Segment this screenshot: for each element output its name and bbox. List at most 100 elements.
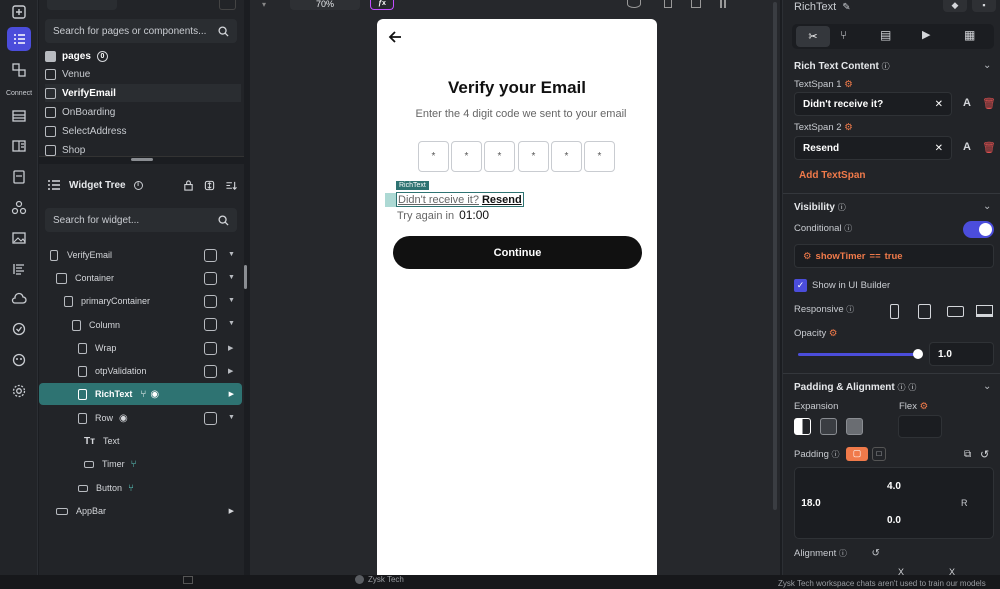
connect-icon[interactable]	[7, 58, 31, 82]
left-panel-resize-handle[interactable]	[244, 265, 247, 289]
reset-icon[interactable]: ↺	[872, 548, 880, 559]
chevron-down-icon[interactable]: ⌄	[983, 60, 991, 71]
add-child-button[interactable]	[204, 295, 217, 308]
function-button[interactable]: ƒx	[370, 0, 394, 10]
tree-node-appbar[interactable]: AppBar ▶	[39, 500, 244, 522]
add-widget-icon[interactable]	[7, 0, 31, 24]
padding-top-value[interactable]: 4.0	[879, 481, 909, 492]
resend-link[interactable]: Resend	[482, 194, 522, 206]
globe-icon[interactable]	[627, 0, 641, 8]
padding-bottom-value[interactable]: 0.0	[879, 515, 909, 526]
chevron-down-icon[interactable]: ▼	[228, 251, 235, 258]
variable-icon[interactable]: ⚙	[844, 122, 853, 133]
otp-digit-2[interactable]: *	[451, 141, 482, 172]
back-arrow-icon[interactable]	[388, 30, 402, 44]
otp-digit-4[interactable]: *	[518, 141, 549, 172]
tab-actions-icon[interactable]: ⑂	[840, 28, 847, 42]
panel-toggle-button[interactable]	[219, 0, 236, 10]
tab-documentation-icon[interactable]: ▦	[964, 28, 975, 42]
otp-digit-1[interactable]: *	[418, 141, 449, 172]
chevron-down-icon[interactable]: ⌄	[983, 381, 991, 392]
continue-button[interactable]: Continue	[393, 236, 642, 269]
opacity-slider-track[interactable]	[798, 349, 923, 359]
chevron-down-icon[interactable]: ⌄	[983, 201, 991, 212]
text-list-icon[interactable]	[7, 257, 31, 281]
add-child-button[interactable]	[204, 318, 217, 331]
panel-resize-handle[interactable]	[39, 156, 244, 164]
textspan2-input[interactable]: Resend ✕	[794, 136, 952, 160]
more-options-icon[interactable]: ▪	[972, 0, 996, 12]
tablet-visibility-icon[interactable]	[918, 304, 931, 319]
page-item-venue[interactable]: Venue	[45, 65, 90, 83]
lock-icon[interactable]	[183, 179, 194, 191]
tablet-landscape-visibility-icon[interactable]	[947, 306, 964, 317]
opacity-slider-thumb[interactable]	[913, 349, 923, 359]
tab-animations-icon[interactable]: ▶	[922, 28, 930, 41]
eye-icon[interactable]: ◉	[119, 413, 128, 424]
canvas-menu-icon[interactable]: ▾	[262, 0, 280, 9]
page-search-input[interactable]: Search for pages or components...	[45, 19, 237, 43]
tab-properties-icon[interactable]: ✂	[796, 26, 830, 47]
clear-icon[interactable]: ✕	[935, 99, 943, 110]
edit-pencil-icon[interactable]: ✎	[842, 2, 850, 13]
text-style-icon[interactable]: A	[963, 141, 971, 153]
expansion-expanded-button[interactable]	[820, 418, 837, 435]
show-in-ui-builder-checkbox[interactable]: ✓	[794, 279, 807, 292]
add-textspan-button[interactable]: Add TextSpan	[799, 170, 865, 181]
delete-icon[interactable]: 🗑	[982, 141, 996, 154]
phone-visibility-icon[interactable]	[890, 304, 899, 319]
desktop-visibility-icon[interactable]	[976, 305, 993, 317]
cloud-icon[interactable]	[7, 287, 31, 311]
flex-input[interactable]	[898, 415, 942, 438]
page-item-onboarding[interactable]: OnBoarding	[45, 103, 115, 121]
theme-icon[interactable]	[7, 348, 31, 372]
chevron-right-icon[interactable]: ▶	[228, 344, 233, 352]
eye-icon[interactable]: ◉	[150, 389, 159, 400]
widget-tree-icon[interactable]	[7, 27, 31, 51]
database-icon[interactable]	[7, 104, 31, 128]
delete-icon[interactable]: 🗑	[982, 97, 996, 110]
media-icon[interactable]	[7, 226, 31, 250]
chevron-down-icon[interactable]: ▼	[228, 297, 235, 304]
tree-node-text[interactable]: Tт Text	[39, 430, 244, 452]
sort-icon[interactable]	[225, 180, 237, 191]
copy-icon[interactable]: ⧉	[964, 449, 971, 460]
pages-header[interactable]: pages 0	[45, 47, 108, 65]
padding-right-value[interactable]: R	[961, 498, 968, 508]
page-item-verifyemail[interactable]: VerifyEmail	[45, 84, 241, 102]
grid-icon[interactable]	[691, 0, 701, 8]
settings-gear-icon[interactable]	[7, 379, 31, 403]
chevron-right-icon[interactable]: ▶	[229, 507, 234, 515]
richtext-selected[interactable]: Didn't receive it? Resend	[396, 192, 524, 207]
chevron-down-icon[interactable]: ▼	[228, 274, 235, 281]
canvas-scrollbar[interactable]	[772, 0, 778, 512]
otp-digit-6[interactable]: *	[584, 141, 615, 172]
clear-icon[interactable]: ✕	[935, 143, 943, 154]
expand-collapse-icon[interactable]	[204, 180, 215, 191]
api-icon[interactable]	[7, 134, 31, 158]
expansion-flexible-button[interactable]	[794, 418, 811, 435]
tab-backend-query-icon[interactable]: ▤	[880, 28, 891, 42]
otp-digit-3[interactable]: *	[484, 141, 515, 172]
check-icon[interactable]	[7, 317, 31, 341]
tree-node-button[interactable]: Button ⑂	[39, 477, 244, 499]
add-child-button[interactable]	[204, 412, 217, 425]
add-child-button[interactable]	[204, 365, 217, 378]
otp-digit-5[interactable]: *	[551, 141, 582, 172]
pause-icon[interactable]	[720, 0, 726, 8]
chevron-down-icon[interactable]: ▼	[228, 320, 235, 327]
library-icon[interactable]: ◆	[943, 0, 967, 12]
add-child-button[interactable]	[204, 272, 217, 285]
chevron-right-icon[interactable]: ▶	[228, 367, 233, 375]
condition-expression[interactable]: ⚙ showTimer == true	[794, 244, 994, 268]
widget-search-input[interactable]: Search for widget...	[45, 208, 237, 232]
tree-node-richtext[interactable]: RichText ⑂ ◉ ▶	[39, 383, 242, 405]
tree-node-timer[interactable]: Timer ⑂	[39, 453, 244, 475]
textspan1-input[interactable]: Didn't receive it? ✕	[794, 92, 952, 116]
expansion-none-button[interactable]	[846, 418, 863, 435]
opacity-input[interactable]: 1.0	[929, 342, 994, 366]
conditional-toggle[interactable]	[963, 221, 994, 238]
add-child-button[interactable]	[204, 249, 217, 262]
text-style-icon[interactable]: A	[963, 97, 971, 109]
padding-left-value[interactable]: 18.0	[795, 498, 827, 509]
